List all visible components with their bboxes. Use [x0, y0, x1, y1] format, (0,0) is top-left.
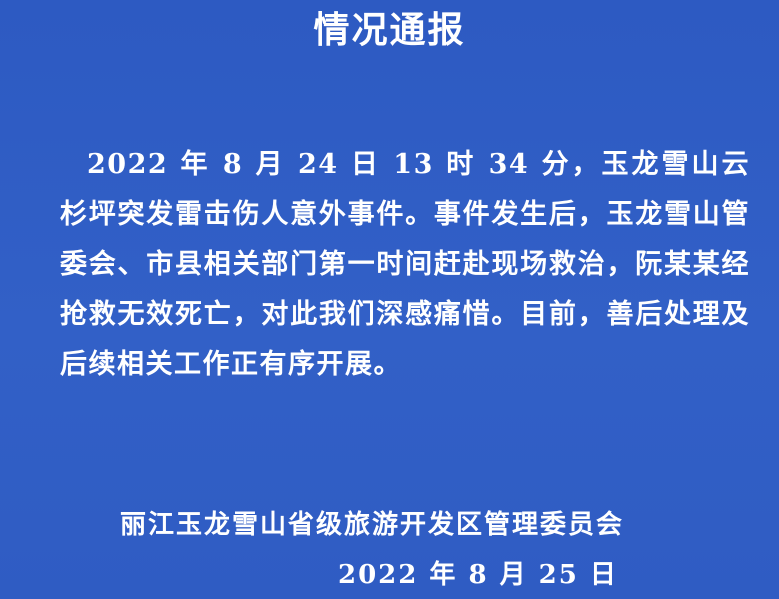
notice-document: 情况通报 2022 年 8 月 24 日 13 时 34 分，玉龙雪山云杉坪突发…: [0, 0, 779, 599]
notice-body: 2022 年 8 月 24 日 13 时 34 分，玉龙雪山云杉坪突发雷击伤人意…: [60, 149, 750, 380]
signature-organization: 丽江玉龙雪山省级旅游开发区管理委员会: [120, 510, 625, 540]
notice-title: 情况通报: [313, 10, 466, 51]
signature-date: 2022 年 8 月 25 日: [338, 560, 618, 590]
